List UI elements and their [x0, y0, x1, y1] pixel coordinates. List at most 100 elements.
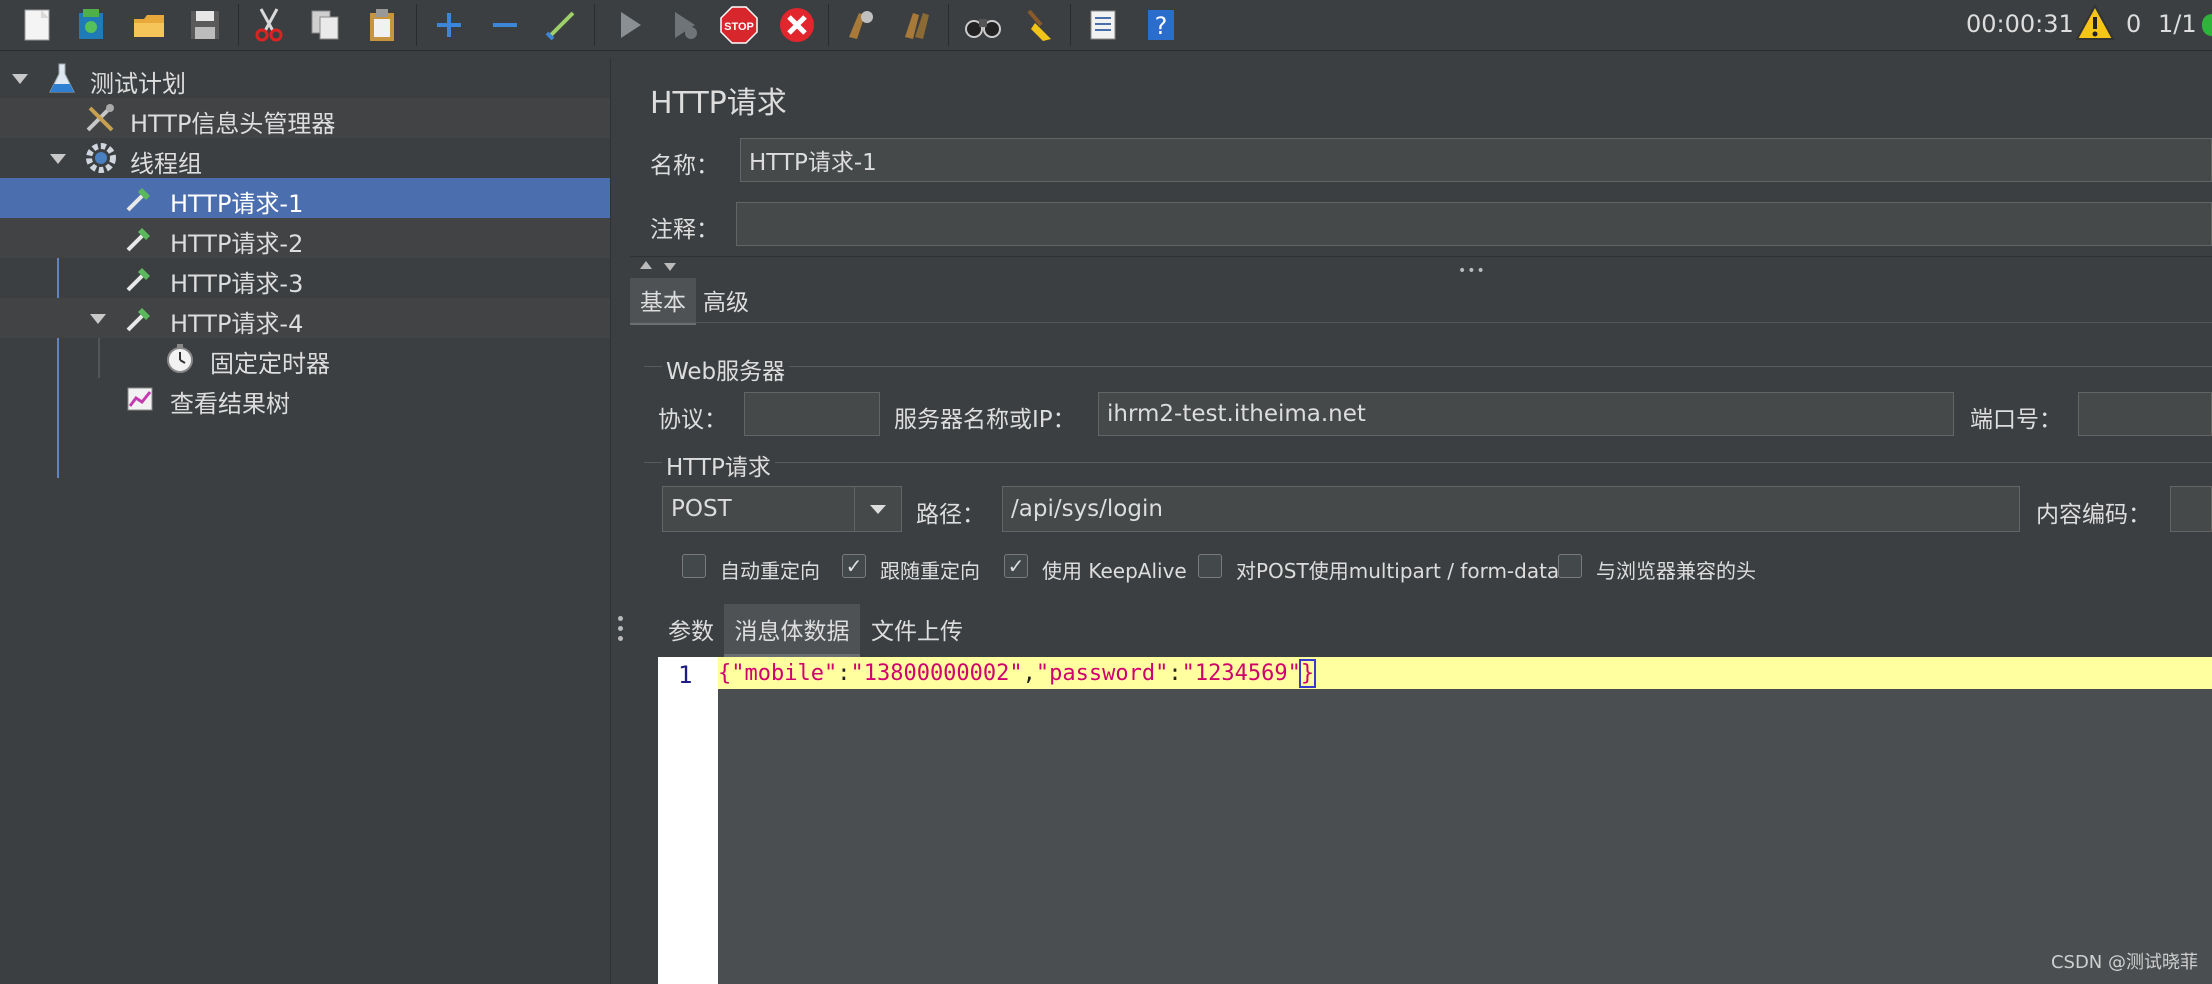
tree-item-label: HTTP请求-1 [170, 190, 304, 218]
open-icon[interactable] [128, 4, 170, 46]
stop-icon[interactable]: STOP [718, 4, 760, 46]
expand-arrow-icon[interactable] [50, 154, 66, 164]
tab-advanced[interactable]: 高级 [696, 278, 756, 322]
panel-splitter[interactable] [610, 58, 631, 984]
drag-handle-icon[interactable]: ••• [1458, 263, 1486, 279]
checkbox-label: 跟随重定向 [880, 559, 980, 583]
collapse-icon[interactable] [484, 4, 526, 46]
method-value: POST [671, 496, 732, 522]
panel-title: HTTP请求 [650, 86, 787, 121]
expand-arrow-icon[interactable] [12, 74, 28, 84]
stopwatch-icon [164, 342, 196, 374]
tree-item-view-results-tree[interactable]: 查看结果树 [0, 378, 610, 418]
name-field[interactable]: HTTP请求-1 [740, 138, 2212, 182]
tab-file-upload[interactable]: 文件上传 [862, 604, 972, 654]
tree-item-label: HTTP请求-3 [170, 270, 304, 298]
clear-icon[interactable] [838, 4, 880, 46]
follow-redirect-checkbox[interactable]: ✓ [842, 554, 866, 578]
code-line[interactable]: {"mobile": "13800000002", "password": "1234… [718, 657, 2212, 689]
checkbox-label: 与浏览器兼容的头 [1596, 559, 1756, 583]
pipette-icon [124, 182, 156, 214]
tree-item-thread-group[interactable]: 线程组 [0, 138, 610, 178]
line-number-gutter: 1 [658, 657, 718, 984]
test-plan-tree: 测试计划 HTTP信息头管理器 线程组 HTTP请求-1 HTTP请求-2 HT… [0, 58, 610, 984]
encoding-label: 内容编码： [2036, 502, 2151, 528]
svg-text:STOP: STOP [724, 21, 754, 33]
http-request-title: HTTP请求 [662, 448, 775, 482]
tree-item-constant-timer[interactable]: 固定定时器 [0, 338, 610, 378]
expand-down-icon[interactable] [664, 263, 676, 271]
templates-icon[interactable] [70, 4, 112, 46]
expand-arrow-icon[interactable] [90, 314, 106, 324]
flask-icon [46, 62, 78, 94]
tab-body-data[interactable]: 消息体数据 [724, 604, 860, 657]
function-helper-icon[interactable] [1082, 4, 1124, 46]
group-border [644, 366, 2212, 367]
start-no-pause-icon[interactable] [662, 4, 704, 46]
paste-icon[interactable] [362, 4, 404, 46]
auto-redirect-checkbox[interactable] [682, 554, 706, 578]
chart-icon [124, 382, 156, 414]
protocol-label: 协议： [658, 407, 727, 433]
code-brace-matched: } [1298, 658, 1317, 688]
path-label: 路径： [916, 502, 985, 528]
help-icon[interactable]: ? [1140, 4, 1182, 46]
tree-item-label: 查看结果树 [170, 390, 290, 418]
port-field[interactable] [2078, 392, 2212, 436]
json-comma: , [1022, 660, 1036, 686]
copy-icon[interactable] [305, 4, 347, 46]
checkbox-label: 自动重定向 [720, 559, 820, 583]
multipart-checkbox[interactable] [1198, 554, 1222, 578]
section-divider[interactable]: ••• [630, 256, 2212, 279]
cut-icon[interactable] [248, 4, 290, 46]
save-icon[interactable] [184, 4, 226, 46]
tree-item-http-request-4[interactable]: HTTP请求-4 [0, 298, 610, 338]
browser-compatible-checkbox[interactable] [1558, 554, 1582, 578]
new-icon[interactable] [16, 4, 58, 46]
line-number: 1 [678, 661, 693, 689]
name-label: 名称： [650, 153, 719, 179]
method-select[interactable]: POST [662, 486, 902, 532]
tree-item-test-plan[interactable]: 测试计划 [0, 58, 610, 98]
tree-item-label: HTTP信息头管理器 [130, 110, 336, 138]
tree-item-http-request-1[interactable]: HTTP请求-1 [0, 178, 610, 218]
json-key: "mobile" [731, 660, 838, 686]
warning-icon[interactable] [2074, 2, 2116, 44]
tree-item-http-request-2[interactable]: HTTP请求-2 [0, 218, 610, 258]
encoding-field[interactable] [2170, 486, 2212, 532]
checkbox-label: 对POST使用multipart / form-data [1236, 559, 1560, 583]
keepalive-checkbox[interactable]: ✓ [1004, 554, 1028, 578]
start-icon[interactable] [608, 4, 650, 46]
tree-item-label: 线程组 [130, 150, 202, 178]
json-value: "13800000002" [850, 660, 1023, 686]
shutdown-icon[interactable] [776, 4, 818, 46]
tab-parameters[interactable]: 参数 [660, 604, 722, 654]
json-colon: : [837, 660, 851, 686]
path-field[interactable]: /api/sys/login [1002, 486, 2020, 532]
tree-item-header-manager[interactable]: HTTP信息头管理器 [0, 98, 610, 138]
reset-search-icon[interactable] [1018, 4, 1060, 46]
server-label: 服务器名称或IP： [894, 407, 1076, 433]
comment-label: 注释： [650, 217, 719, 243]
collapse-up-icon[interactable] [640, 261, 652, 269]
pipette-icon [124, 302, 156, 334]
expand-icon[interactable] [428, 4, 470, 46]
pipette-icon [124, 262, 156, 294]
search-icon[interactable] [962, 4, 1004, 46]
toggle-icon[interactable] [540, 4, 582, 46]
web-server-title: Web服务器 [662, 352, 790, 386]
dropdown-button[interactable] [854, 487, 901, 531]
tab-basic[interactable]: 基本 [630, 278, 696, 325]
comment-field[interactable] [736, 202, 2212, 246]
json-value: "1234569" [1181, 660, 1301, 686]
json-colon: : [1168, 660, 1182, 686]
tree-guide-line [98, 338, 100, 378]
clear-all-icon[interactable] [896, 4, 938, 46]
watermark: CSDN @测试晓菲 [2050, 952, 2198, 973]
tools-icon [84, 102, 116, 134]
protocol-field[interactable] [744, 392, 880, 436]
server-field[interactable]: ihrm2-test.itheima.net [1098, 392, 1954, 436]
tree-item-http-request-3[interactable]: HTTP请求-3 [0, 258, 610, 298]
group-border [644, 462, 2212, 463]
body-data-editor[interactable]: 1 {"mobile": "13800000002", "password": "12… [658, 657, 2212, 984]
